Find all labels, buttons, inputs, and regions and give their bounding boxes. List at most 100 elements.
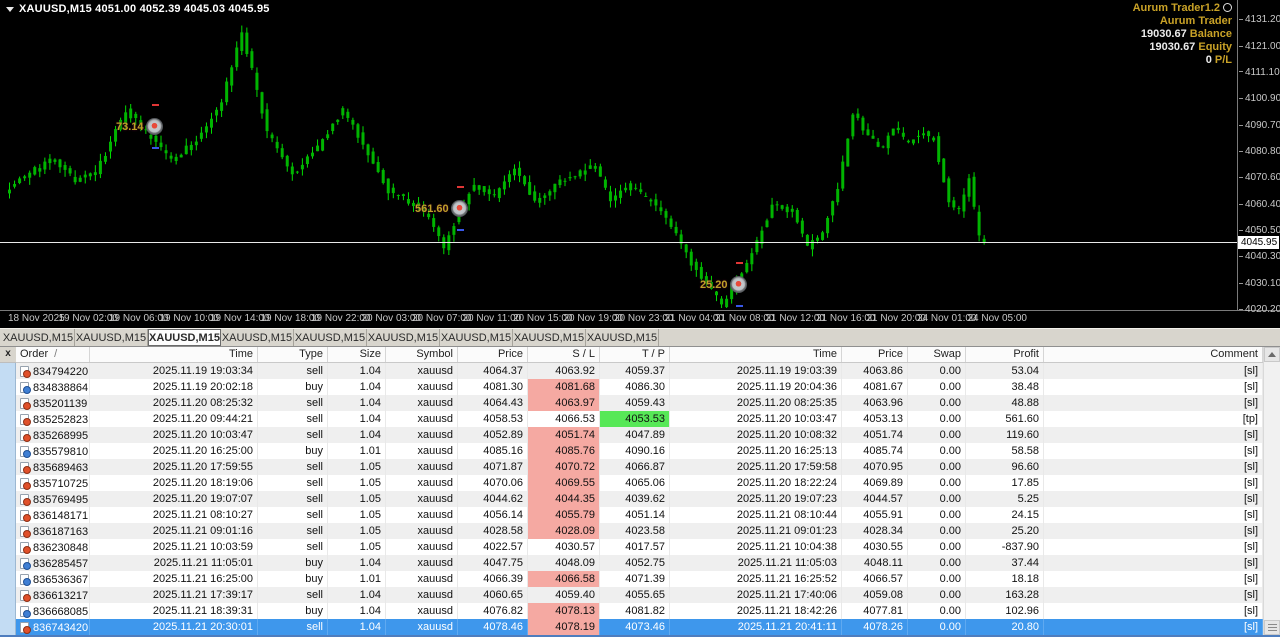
- column-header[interactable]: Swap: [908, 347, 966, 362]
- cell-price2: 4059.08: [842, 587, 908, 603]
- cell-type: sell: [258, 395, 328, 411]
- table-row[interactable]: 836743420 2025.11.21 20:30:01 sell 1.04 xauu…: [16, 619, 1263, 635]
- cell-profit: 53.04: [966, 363, 1044, 379]
- column-header[interactable]: Type: [258, 347, 328, 362]
- table-row[interactable]: 835689463 2025.11.20 17:59:55 sell 1.05 xauu…: [16, 459, 1263, 475]
- cell-time2: 2025.11.19 19:03:39: [670, 363, 842, 379]
- column-header[interactable]: Order /: [16, 347, 90, 362]
- cell-profit: 119.60: [966, 427, 1044, 443]
- column-header[interactable]: S / L: [528, 347, 600, 362]
- cell-tp: 4017.57: [600, 539, 670, 555]
- column-header[interactable]: Price: [842, 347, 908, 362]
- cell-profit: 163.28: [966, 587, 1044, 603]
- cell-price: 4058.53: [458, 411, 528, 427]
- cell-swap: 0.00: [908, 571, 966, 587]
- table-row[interactable]: 836285457 2025.11.21 11:05:01 buy 1.04 xauus…: [16, 555, 1263, 571]
- cell-time: 2025.11.21 17:39:17: [90, 587, 258, 603]
- column-header[interactable]: Profit: [966, 347, 1044, 362]
- chart-tab[interactable]: XAUUSD,M15: [367, 329, 440, 346]
- scroll-grip[interactable]: [1264, 620, 1280, 635]
- order-number: 836148171: [33, 509, 89, 522]
- column-header[interactable]: Symbol: [386, 347, 458, 362]
- table-row[interactable]: 835252823 2025.11.20 09:44:21 sell 1.04 xauu…: [16, 411, 1263, 427]
- vertical-scrollbar[interactable]: [1263, 347, 1280, 635]
- column-header[interactable]: Comment: [1044, 347, 1263, 362]
- column-header[interactable]: Time: [670, 347, 842, 362]
- cell-price2: 4063.96: [842, 395, 908, 411]
- order-number: 836285457: [33, 557, 89, 570]
- cell-profit: 48.88: [966, 395, 1044, 411]
- scroll-up-button[interactable]: [1264, 347, 1280, 362]
- table-row[interactable]: 836230848 2025.11.21 10:03:59 sell 1.05 xauu…: [16, 539, 1263, 555]
- cell-symbol: xauusd: [386, 603, 458, 619]
- column-header[interactable]: Price: [458, 347, 528, 362]
- cell-order: 836613217: [16, 587, 90, 603]
- column-header[interactable]: T / P: [600, 347, 670, 362]
- cell-size: 1.04: [328, 395, 386, 411]
- column-header[interactable]: Size: [328, 347, 386, 362]
- grip-icon: [1267, 624, 1277, 631]
- time-tick-label: 24 Nov 05:00: [967, 313, 1028, 324]
- table-row[interactable]: 834794220 2025.11.19 19:03:34 sell 1.04 xauu…: [16, 363, 1263, 379]
- table-row[interactable]: 836536367 2025.11.21 16:25:00 buy 1.01 xauus…: [16, 571, 1263, 587]
- cell-order: 834838864: [16, 379, 90, 395]
- table-row[interactable]: 836668085 2025.11.21 18:39:31 buy 1.04 xauus…: [16, 603, 1263, 619]
- chart-tab[interactable]: XAUUSD,M15: [586, 329, 659, 346]
- table-row[interactable]: 835710725 2025.11.20 18:19:06 sell 1.05 xauu…: [16, 475, 1263, 491]
- table-row[interactable]: 835579810 2025.11.20 16:25:00 buy 1.01 xauus…: [16, 443, 1263, 459]
- cell-price: 4085.16: [458, 443, 528, 459]
- price-chart[interactable]: 4131.20 4121.00 4111.10 4100.90 4090.70 4080.…: [0, 0, 1280, 328]
- cell-symbol: xauusd: [386, 379, 458, 395]
- table-row[interactable]: 836187163 2025.11.21 09:01:16 sell 1.05 xauu…: [16, 523, 1263, 539]
- cell-sl: 4048.09: [528, 555, 600, 571]
- order-number: 834794220: [33, 365, 89, 378]
- buy-order-icon: [20, 382, 31, 394]
- current-price-line: [0, 242, 1237, 243]
- cell-symbol: xauusd: [386, 411, 458, 427]
- cell-tp: 4053.53: [600, 411, 670, 427]
- trade-history-panel: x Order / Time Type Size Symbol Price S / LT / …: [0, 347, 1280, 635]
- cell-comment: [tp]: [1044, 411, 1263, 427]
- cell-sl: 4028.09: [528, 523, 600, 539]
- cell-profit: 17.85: [966, 475, 1044, 491]
- chart-tab[interactable]: XAUUSD,M15: [440, 329, 513, 346]
- order-number: 835268995: [33, 429, 89, 442]
- price-tick-label: 4100.90: [1239, 93, 1280, 104]
- chart-tab[interactable]: XAUUSD,M15: [148, 329, 221, 346]
- chart-tab[interactable]: XAUUSD,M15: [221, 329, 294, 346]
- sell-order-icon: [20, 542, 31, 554]
- time-tick-label: 18 Nov 2025: [8, 313, 65, 324]
- cell-order: 836230848: [16, 539, 90, 555]
- table-row[interactable]: 835769495 2025.11.20 19:07:07 sell 1.05 xauu…: [16, 491, 1263, 507]
- cell-swap: 0.00: [908, 395, 966, 411]
- order-number: 836743420: [33, 621, 89, 634]
- stop-level-mark-icon: [735, 262, 743, 264]
- trade-marker-icon: [145, 118, 163, 135]
- table-row[interactable]: 835201139 2025.11.20 08:25:32 sell 1.04 xauu…: [16, 395, 1263, 411]
- column-header[interactable]: Time: [90, 347, 258, 362]
- close-panel-button[interactable]: x: [0, 347, 16, 363]
- cell-size: 1.04: [328, 603, 386, 619]
- table-row[interactable]: 835268995 2025.11.20 10:03:47 sell 1.04 xauu…: [16, 427, 1263, 443]
- gutter-strip: [0, 363, 16, 635]
- table-row[interactable]: 836613217 2025.11.21 17:39:17 sell 1.04 xauu…: [16, 587, 1263, 603]
- cell-comment: [sl]: [1044, 491, 1263, 507]
- symbol-info[interactable]: XAUUSD,M15 4051.00 4052.39 4045.03 4045.…: [6, 3, 270, 15]
- cell-tp: 4023.58: [600, 523, 670, 539]
- chart-tab[interactable]: XAUUSD,M15: [2, 329, 75, 346]
- cell-size: 1.04: [328, 379, 386, 395]
- table-row[interactable]: 834838864 2025.11.19 20:02:18 buy 1.04 xauus…: [16, 379, 1263, 395]
- chart-tab[interactable]: XAUUSD,M15: [294, 329, 367, 346]
- price-tick-label: 4131.20: [1239, 14, 1280, 25]
- cell-time2: 2025.11.21 11:05:03: [670, 555, 842, 571]
- order-number: 835769495: [33, 493, 89, 506]
- chart-tab[interactable]: XAUUSD,M15: [75, 329, 148, 346]
- cell-order: 835579810: [16, 443, 90, 459]
- chart-tab[interactable]: XAUUSD,M15: [513, 329, 586, 346]
- cell-symbol: xauusd: [386, 539, 458, 555]
- cell-comment: [sl]: [1044, 603, 1263, 619]
- cell-size: 1.04: [328, 363, 386, 379]
- account-panel: Aurum Trader1.2 Aurum Trader 19030.67 Ba…: [1133, 2, 1232, 67]
- table-row[interactable]: 836148171 2025.11.21 08:10:27 sell 1.05 xauu…: [16, 507, 1263, 523]
- cell-size: 1.05: [328, 539, 386, 555]
